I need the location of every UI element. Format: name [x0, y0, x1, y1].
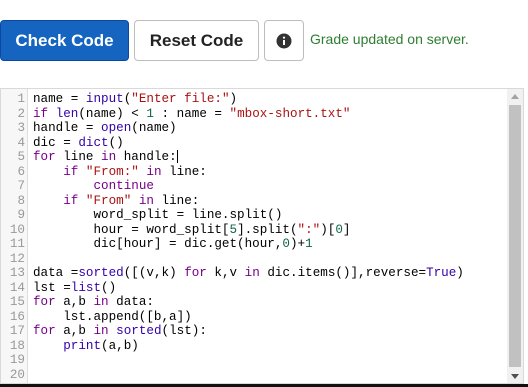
line-number: 10 [9, 222, 25, 237]
toolbar: Check Code Reset Code Grade updated on s… [0, 20, 528, 62]
line-number: 14 [9, 280, 25, 295]
scroll-up-arrow-icon[interactable] [507, 89, 523, 103]
code-line[interactable]: 9 word_split = line.split() [1, 208, 523, 223]
code-line[interactable]: 20 [1, 368, 523, 383]
line-number: 1 [17, 92, 25, 106]
line-number: 7 [17, 179, 25, 193]
line-number: 6 [17, 164, 25, 179]
line-number: 13 [9, 266, 25, 280]
line-number: 4 [17, 135, 25, 150]
text-cursor [176, 150, 178, 164]
code-line[interactable]: 5 for line in handle: [1, 150, 523, 165]
code-text[interactable]: data =sorted([(v,k) for k,v in dic.items… [33, 266, 464, 281]
code-text[interactable]: hour = word_split[5].split(":")[0] [33, 223, 350, 238]
info-button[interactable] [264, 20, 304, 61]
code-editor[interactable]: 1 name = input("Enter file:") 2 if len(name… [0, 88, 524, 384]
vertical-scrollbar[interactable] [507, 89, 523, 383]
code-text[interactable]: if "From:" in line: [33, 165, 207, 180]
code-line[interactable]: 10 hour = word_split[5].split(":")[0] [1, 223, 523, 238]
code-line[interactable]: 11 dic[hour] = dic.get(hour,0)+1 [1, 237, 523, 252]
code-line[interactable]: 16 lst.append([b,a]) [1, 310, 523, 325]
code-text[interactable]: if len(name) < 1 : name = "mbox-short.tx… [33, 107, 350, 122]
code-text[interactable]: word_split = line.split() [33, 208, 282, 223]
code-line[interactable]: 13 data =sorted([(v,k) for k,v in dic.ite… [1, 266, 523, 281]
code-text[interactable]: lst =list() [33, 281, 116, 296]
line-number: 18 [9, 338, 25, 353]
code-line[interactable]: 6 if "From:" in line: [1, 165, 523, 180]
line-number: 17 [9, 324, 25, 338]
code-line[interactable]: 8 if "From" in line: [1, 194, 523, 209]
status-message: Grade updated on server. [310, 31, 469, 47]
line-number: 3 [17, 121, 25, 135]
code-text[interactable]: lst.append([b,a]) [33, 310, 192, 325]
code-line[interactable]: 4 dic = dict() [1, 136, 523, 151]
code-text[interactable]: print(a,b) [33, 339, 139, 354]
line-number: 9 [17, 208, 25, 222]
line-number: 12 [9, 251, 25, 266]
code-text[interactable]: dic = dict() [33, 136, 124, 151]
code-text[interactable]: for a,b in sorted(lst): [33, 324, 207, 339]
line-number: 19 [9, 353, 25, 367]
code-line[interactable]: 3 handle = open(name) [1, 121, 523, 136]
scroll-down-arrow-icon[interactable] [507, 369, 523, 383]
line-number: 8 [17, 193, 25, 208]
reset-code-button[interactable]: Reset Code [134, 20, 259, 61]
scrollbar-thumb[interactable] [509, 105, 521, 367]
code-line[interactable]: 18 print(a,b) [1, 339, 523, 354]
code-line[interactable]: 17 for a,b in sorted(lst): [1, 324, 523, 339]
info-circle-icon [276, 33, 292, 48]
line-number: 11 [9, 237, 25, 251]
line-number: 16 [9, 309, 25, 324]
code-text[interactable]: continue [33, 179, 153, 194]
code-line[interactable]: 7 continue [1, 179, 523, 194]
code-text[interactable]: name = input("Enter file:") [33, 92, 237, 107]
code-text[interactable]: if "From" in line: [33, 194, 199, 209]
line-number: 15 [9, 295, 25, 309]
line-number: 20 [9, 367, 25, 382]
code-text[interactable]: for a,b in data: [33, 295, 154, 310]
code-line[interactable]: 12 [1, 252, 523, 267]
code-line[interactable]: 19 [1, 353, 523, 368]
code-line[interactable]: 2 if len(name) < 1 : name = "mbox-short.t… [1, 107, 523, 122]
check-code-button[interactable]: Check Code [0, 20, 129, 61]
code-line[interactable]: 14 lst =list() [1, 281, 523, 296]
code-text[interactable]: dic[hour] = dic.get(hour,0)+1 [33, 237, 312, 252]
code-line[interactable]: 1 name = input("Enter file:") [1, 92, 523, 107]
code-lines[interactable]: 1 name = input("Enter file:") 2 if len(name… [1, 92, 523, 383]
code-text[interactable]: for line in handle: [33, 150, 178, 165]
line-number: 2 [17, 106, 25, 121]
line-number: 5 [17, 150, 25, 164]
code-text[interactable]: handle = open(name) [33, 121, 177, 136]
code-line[interactable]: 15 for a,b in data: [1, 295, 523, 310]
